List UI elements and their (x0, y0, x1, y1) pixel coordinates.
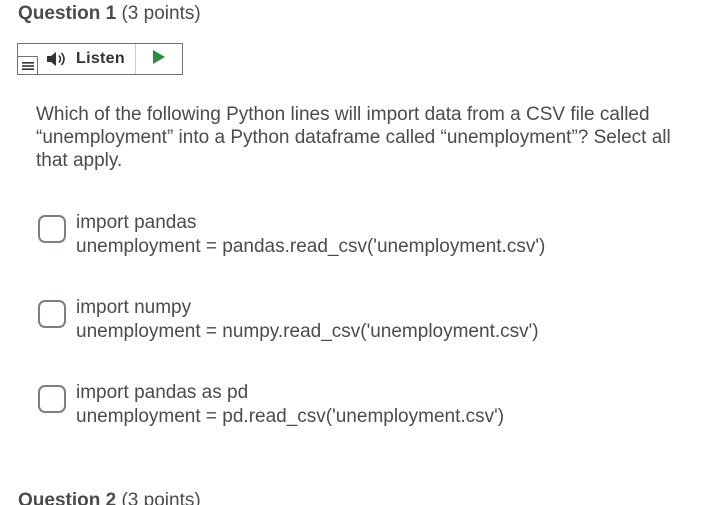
option-line-1: import pandas (76, 212, 197, 233)
next-question-points: (3 points) (121, 490, 201, 505)
listen-label: Listen (76, 50, 125, 67)
page: Question 1 (3 points) Listen Which of th… (0, 0, 702, 505)
option-line-1: import pandas as pd (76, 382, 249, 403)
answer-option-1[interactable]: import pandas unemployment = pandas.read… (38, 212, 545, 259)
answer-option-2[interactable]: import numpy unemployment = numpy.read_c… (38, 297, 539, 344)
listen-widget: Listen (17, 43, 183, 75)
next-question-label: Question 2 (18, 490, 117, 505)
question-points: (3 points) (121, 3, 201, 24)
question-prompt: Which of the following Python lines will… (36, 104, 671, 171)
question-header: Question 1 (3 points) (18, 2, 201, 26)
option-line-2: unemployment = numpy.read_csv('unemploym… (76, 321, 539, 342)
checkbox[interactable] (38, 300, 66, 328)
option-line-1: import numpy (76, 297, 192, 318)
option-text: import pandas unemployment = pandas.read… (76, 211, 545, 259)
menu-button[interactable] (18, 56, 38, 74)
option-text: import pandas as pd unemployment = pd.re… (76, 381, 504, 429)
play-button[interactable] (136, 44, 182, 74)
speaker-icon (46, 51, 68, 67)
next-question-header: Question 2 (3 points) (18, 489, 201, 505)
answer-option-3[interactable]: import pandas as pd unemployment = pd.re… (38, 382, 504, 429)
checkbox[interactable] (38, 385, 66, 413)
menu-icon (21, 61, 34, 71)
option-line-2: unemployment = pandas.read_csv('unemploy… (76, 236, 546, 257)
option-text: import numpy unemployment = numpy.read_c… (76, 296, 539, 344)
option-line-2: unemployment = pd.read_csv('unemployment… (76, 406, 505, 427)
play-icon (152, 49, 166, 70)
checkbox[interactable] (38, 215, 66, 243)
question-label: Question 1 (18, 3, 117, 24)
